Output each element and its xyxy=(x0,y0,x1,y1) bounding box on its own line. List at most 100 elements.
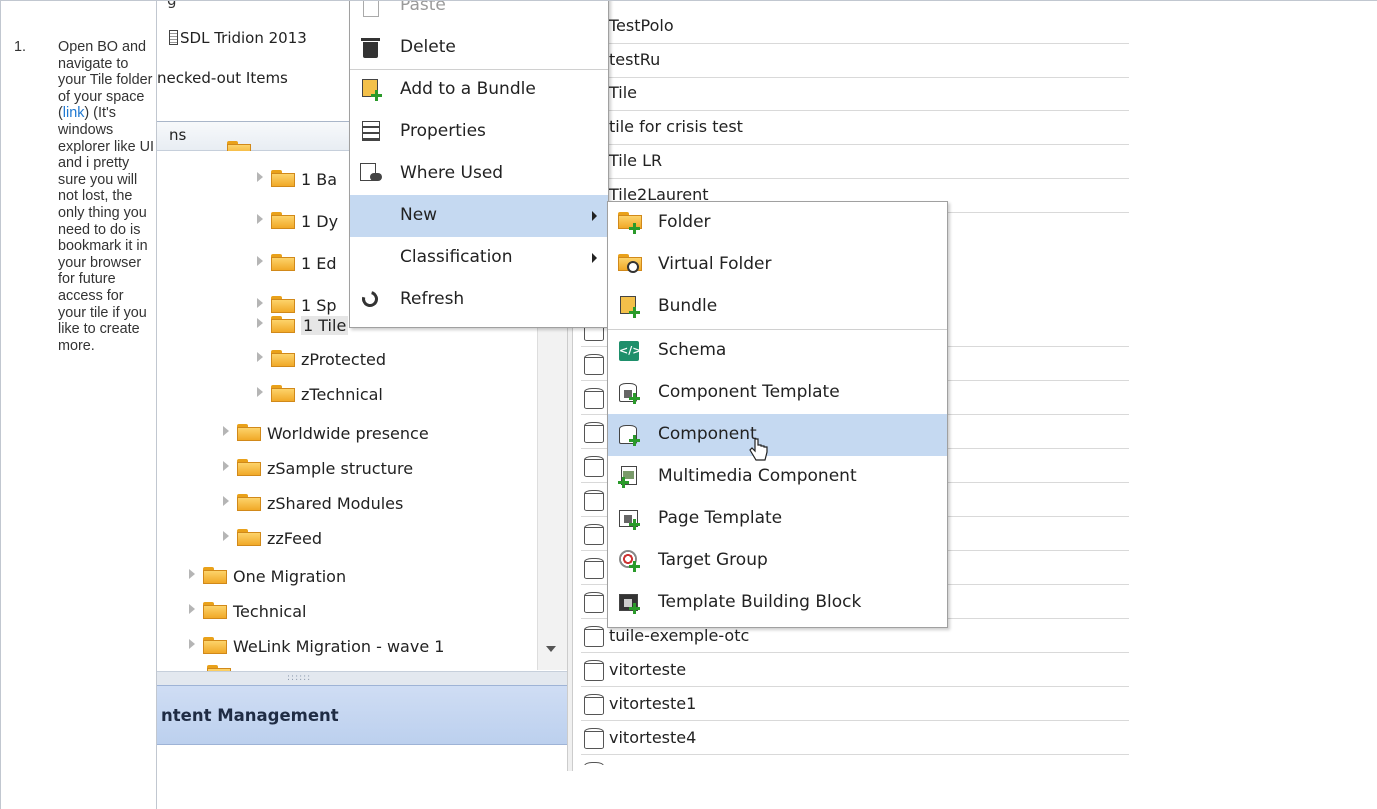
expand-arrow-icon[interactable] xyxy=(223,496,229,506)
menu-item-classification[interactable]: Classification xyxy=(350,237,608,279)
tree-item[interactable]: Technical xyxy=(189,602,306,632)
properties-icon xyxy=(360,121,382,143)
component-icon xyxy=(584,626,604,647)
tree-item-label: zzFeed xyxy=(267,529,322,548)
pane-splitter[interactable]: :::::: xyxy=(157,671,567,686)
menu-item-label: Template Building Block xyxy=(658,592,862,612)
folder-icon xyxy=(237,494,261,511)
new-folder-icon xyxy=(618,212,642,234)
tree-item[interactable]: zShared Modules xyxy=(223,494,403,524)
tree-item[interactable]: Worldwide presence xyxy=(223,424,429,454)
menu-item-properties[interactable]: Properties xyxy=(350,111,608,153)
folder-icon xyxy=(271,385,295,402)
expand-arrow-icon[interactable] xyxy=(223,461,229,471)
list-item[interactable]: vitorteste1 xyxy=(581,687,1129,721)
tree-item[interactable]: 1 Ed xyxy=(257,254,337,284)
tree-item[interactable]: zTechnical xyxy=(257,385,383,415)
list-item-clipped xyxy=(581,755,1129,765)
menu-item-bundle[interactable]: Bundle xyxy=(608,286,947,328)
menu-item-new[interactable]: New xyxy=(350,195,608,237)
menu-item-label: Properties xyxy=(400,121,486,141)
tree-item[interactable]: WeLink Migration - wave 1 xyxy=(189,637,444,667)
menu-item-label: Add to a Bundle xyxy=(400,79,536,99)
folder-icon xyxy=(203,637,227,654)
folder-icon xyxy=(271,254,295,271)
menu-item-page-template[interactable]: Page Template xyxy=(608,498,947,540)
list-item[interactable]: vitorteste xyxy=(581,653,1129,687)
menu-item-refresh[interactable]: Refresh xyxy=(350,279,608,321)
expand-arrow-icon[interactable] xyxy=(257,298,263,308)
expand-arrow-icon[interactable] xyxy=(257,214,263,224)
list-item[interactable]: testRu xyxy=(581,44,1129,78)
list-item[interactable]: vitorteste4 xyxy=(581,721,1129,755)
component-icon xyxy=(584,354,604,375)
book-icon xyxy=(169,30,178,45)
menu-item-where-used[interactable]: Where Used xyxy=(350,153,608,195)
list-item[interactable]: Tile xyxy=(581,77,1129,111)
menu-item-label: New xyxy=(400,205,438,225)
page-template-icon xyxy=(618,508,640,530)
menu-item-label: Target Group xyxy=(658,550,768,570)
list-item[interactable]: Tile LR xyxy=(581,145,1129,179)
list-item-label: vitorteste1 xyxy=(609,694,697,713)
menu-item-paste[interactable]: Paste xyxy=(350,1,608,27)
component-icon xyxy=(584,388,604,409)
component-icon xyxy=(584,524,604,545)
expand-arrow-icon[interactable] xyxy=(189,639,195,649)
tree-item-label: zProtected xyxy=(301,350,386,369)
tree-item-label: Technical xyxy=(233,602,307,621)
menu-item-add-to-bundle[interactable]: Add to a Bundle xyxy=(350,69,608,111)
expand-arrow-icon[interactable] xyxy=(257,387,263,397)
expand-arrow-icon[interactable] xyxy=(223,426,229,436)
tree-item[interactable]: zSample structure xyxy=(223,459,413,489)
menu-item-template-building-block[interactable]: Template Building Block xyxy=(608,582,947,624)
list-item[interactable]: TestPolo xyxy=(581,10,1129,44)
menu-item-delete[interactable]: Delete xyxy=(350,27,608,69)
nav-item-checked-out[interactable]: necked-out Items xyxy=(157,69,288,87)
tree-item[interactable]: zProtected xyxy=(257,350,386,380)
space-link[interactable]: link xyxy=(63,105,85,121)
menu-item-virtual-folder[interactable]: Virtual Folder xyxy=(608,244,947,286)
menu-item-label: Folder xyxy=(658,212,711,232)
expand-arrow-icon[interactable] xyxy=(223,531,229,541)
bundle-icon xyxy=(618,296,640,318)
expand-arrow-icon[interactable] xyxy=(257,256,263,266)
tree-item[interactable]: zzFeed xyxy=(223,529,322,559)
step-number: 1. xyxy=(14,39,27,55)
menu-item-folder[interactable]: Folder xyxy=(608,202,947,244)
expand-arrow-icon[interactable] xyxy=(257,172,263,182)
menu-item-component[interactable]: Component xyxy=(608,414,947,456)
content-management-header[interactable]: ntent Management xyxy=(157,685,567,745)
list-item-label: vitorteste4 xyxy=(609,728,697,747)
menu-item-multimedia-component[interactable]: Multimedia Component xyxy=(608,456,947,498)
menu-item-schema[interactable]: </> Schema xyxy=(608,330,947,372)
nav-item-sdl-tridion[interactable]: SDL Tridion 2013 xyxy=(169,29,307,47)
folder-icon xyxy=(237,424,261,441)
menu-item-label: Bundle xyxy=(658,296,718,316)
expand-arrow-icon[interactable] xyxy=(257,352,263,362)
tree-item-selected[interactable]: 1 Tile xyxy=(257,316,349,346)
schema-icon: </> xyxy=(618,340,641,362)
folder-icon xyxy=(271,296,295,313)
menu-item-target-group[interactable]: Target Group xyxy=(608,540,947,582)
menu-item-component-template[interactable]: Component Template xyxy=(608,372,947,414)
paste-icon xyxy=(360,1,382,19)
list-item[interactable]: tile for crisis test xyxy=(581,111,1129,145)
tree-item[interactable]: One Migration xyxy=(189,567,346,597)
folder-icon xyxy=(237,459,261,476)
step-text: Open BO and navigate to your Tile folder… xyxy=(58,39,154,354)
component-icon xyxy=(584,694,604,715)
expand-arrow-icon[interactable] xyxy=(189,604,195,614)
submenu-arrow-icon xyxy=(592,253,597,263)
list-item-label: TestPolo xyxy=(609,16,674,35)
add-bundle-icon xyxy=(360,79,382,101)
folder-icon xyxy=(227,141,251,151)
menu-item-label: Classification xyxy=(400,247,513,267)
tree-item[interactable]: 1 Ba xyxy=(257,170,337,200)
expand-arrow-icon[interactable] xyxy=(257,318,263,328)
new-submenu: Folder Virtual Folder Bundle </> Schema … xyxy=(607,201,948,628)
folder-icon xyxy=(271,212,295,229)
scroll-down-arrow-icon[interactable] xyxy=(546,646,556,652)
tree-item[interactable]: 1 Dy xyxy=(257,212,338,242)
expand-arrow-icon[interactable] xyxy=(189,569,195,579)
